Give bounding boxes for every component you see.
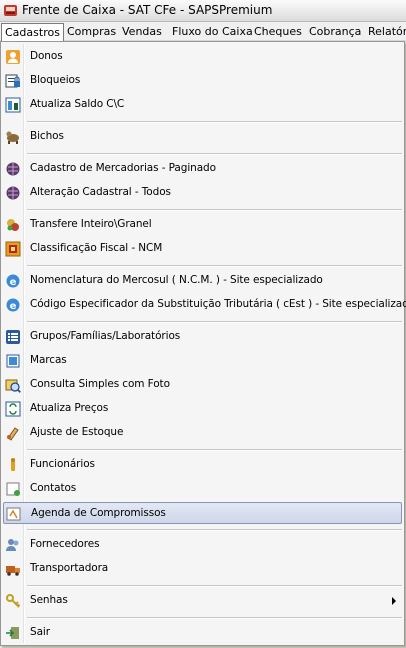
menu-separator [27, 153, 402, 155]
update-balance-icon [5, 97, 21, 113]
title-bar: Frente de Caixa - SAT CFe - SAPSPremium [0, 0, 406, 22]
menu-item-contatos[interactable]: Contatos [3, 478, 402, 500]
menu-item-marcas[interactable]: Marcas [3, 350, 402, 372]
menu-item-sair[interactable]: Sair [3, 622, 402, 644]
svg-text:e: e [10, 301, 17, 312]
menu-item-label: Classificação Fiscal - NCM [30, 242, 163, 254]
menubar-cadastros[interactable]: Cadastros [1, 23, 64, 42]
suppliers-icon [6, 539, 19, 551]
menu-separator [27, 121, 402, 123]
transfer-icon [7, 219, 19, 231]
list-icon [6, 330, 20, 344]
menu-item-label: Funcionários [30, 458, 95, 470]
window-title: Frente de Caixa - SAT CFe - SAPSPremium [22, 3, 273, 17]
internet-explorer-icon: e [6, 274, 20, 288]
person-icon [6, 50, 20, 64]
menu-item-label: Nomenclatura do Mercosul ( N.C.M. ) - Si… [30, 274, 323, 286]
photo-search-icon [5, 379, 21, 393]
agenda-icon [6, 507, 21, 521]
submenu-arrow-icon [392, 597, 396, 605]
employee-icon [11, 458, 15, 471]
menu-item-agenda-compromissos[interactable]: Agenda de Compromissos [3, 502, 402, 524]
menu-item-fornecedores[interactable]: Fornecedores [3, 534, 402, 556]
keys-icon [6, 594, 21, 608]
menu-separator [27, 209, 402, 211]
svg-text:e: e [10, 277, 17, 288]
menu-item-label: Marcas [30, 354, 67, 366]
menu-item-label: Código Especificador da Substituição Tri… [30, 298, 406, 310]
menu-item-label: Alteração Cadastral - Todos [30, 186, 171, 198]
goods-icon [6, 162, 20, 176]
animal-icon [6, 131, 19, 144]
menu-separator [27, 449, 402, 451]
menu-item-consulta-foto[interactable]: Consulta Simples com Foto [3, 374, 402, 396]
menu-item-label: Transportadora [30, 562, 109, 574]
truck-icon [6, 566, 20, 576]
app-icon[interactable] [3, 3, 18, 18]
lock-document-icon [5, 74, 20, 88]
brand-icon [6, 354, 20, 368]
exit-icon [6, 627, 19, 639]
menubar-relatorios[interactable]: Relatór [364, 24, 406, 39]
menu-item-label: Donos [30, 50, 63, 62]
contacts-icon [6, 482, 20, 496]
menu-separator [27, 617, 402, 619]
menu-item-classificacao-fiscal[interactable]: Classificação Fiscal - NCM [3, 238, 402, 260]
cadastros-dropdown-menu: Donos Bloqueios Atualiza Saldo C\C Bicho… [0, 41, 406, 646]
menu-item-grupos[interactable]: Grupos/Famílias/Laboratórios [3, 326, 402, 348]
menu-item-transportadora[interactable]: Transportadora [3, 558, 402, 580]
menubar-vendas[interactable]: Vendas [118, 24, 166, 39]
menu-item-label: Consulta Simples com Foto [30, 378, 170, 390]
menu-separator [27, 265, 402, 267]
menu-item-alteracao-cadastral[interactable]: Alteração Cadastral - Todos [3, 182, 402, 204]
menubar-cobranca[interactable]: Cobrança [305, 24, 365, 39]
menu-item-atualiza-precos[interactable]: Atualiza Preços [3, 398, 402, 420]
menu-item-label: Ajuste de Estoque [30, 426, 124, 438]
menu-item-label: Fornecedores [30, 538, 100, 550]
menu-item-label: Atualiza Preços [30, 402, 109, 414]
menu-item-label: Sair [30, 626, 50, 638]
menu-item-donos[interactable]: Donos [3, 46, 402, 68]
menu-item-label: Contatos [30, 482, 77, 494]
menu-item-transfere[interactable]: Transfere Inteiro\Granel [3, 214, 402, 236]
menu-item-senhas[interactable]: Senhas [3, 590, 402, 612]
menu-item-label: Grupos/Famílias/Laboratórios [30, 330, 181, 342]
update-price-icon [5, 401, 21, 417]
menu-item-funcionarios[interactable]: Funcionários [3, 454, 402, 476]
menubar-fluxo-do-caixa[interactable]: Fluxo do Caixa [168, 24, 257, 39]
menubar-compras[interactable]: Compras [63, 24, 120, 39]
menu-item-nomenclatura-mercosul[interactable]: e Nomenclatura do Mercosul ( N.C.M. ) - … [3, 270, 402, 292]
menu-item-bloqueios[interactable]: Bloqueios [3, 70, 402, 92]
menu-item-label: Senhas [30, 594, 68, 606]
menu-separator [27, 585, 402, 587]
menu-item-label: Transfere Inteiro\Granel [30, 218, 152, 230]
menu-item-ajuste-estoque[interactable]: Ajuste de Estoque [3, 422, 402, 444]
fiscal-icon [5, 241, 21, 257]
menu-item-codigo-especificador[interactable]: e Código Especificador da Substituição T… [3, 294, 406, 316]
menu-item-label: Agenda de Compromissos [31, 507, 166, 519]
menu-item-cadastro-mercadorias[interactable]: Cadastro de Mercadorias - Paginado [3, 158, 402, 180]
menu-bar: Cadastros Compras Vendas Fluxo do Caixa … [0, 22, 406, 42]
menu-item-atualiza-saldo[interactable]: Atualiza Saldo C\C [3, 94, 402, 116]
goods-edit-icon [6, 186, 20, 200]
menu-item-label: Bloqueios [30, 74, 81, 86]
menu-item-label: Atualiza Saldo C\C [30, 98, 125, 110]
menu-item-bichos[interactable]: Bichos [3, 126, 402, 148]
stock-adjust-icon [7, 427, 19, 441]
menu-separator [27, 321, 402, 323]
menu-item-label: Bichos [30, 130, 64, 142]
menu-item-label: Cadastro de Mercadorias - Paginado [30, 162, 216, 174]
menubar-cheques[interactable]: Cheques [250, 24, 306, 39]
menu-separator [27, 529, 402, 531]
internet-explorer-icon: e [6, 298, 20, 312]
